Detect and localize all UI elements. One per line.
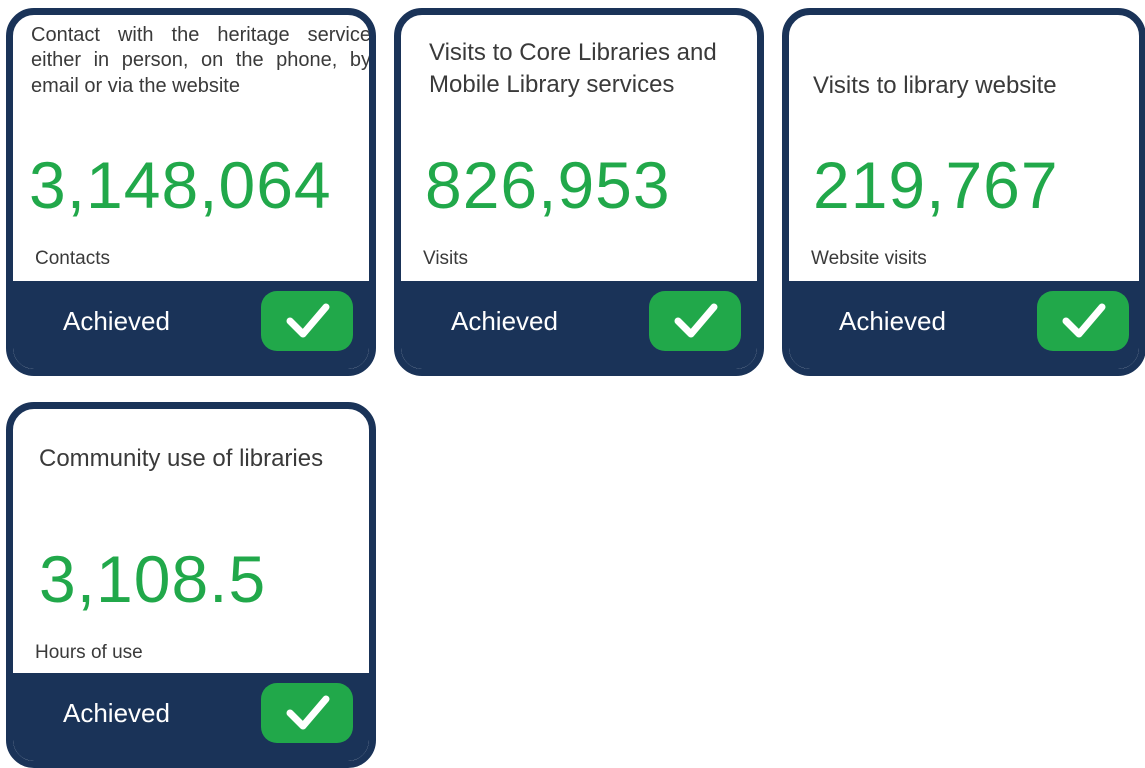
card-title: Visits to library website [813,72,1057,99]
card-title: Contact with the heritage service either… [31,24,371,97]
metric-unit: Visits [423,248,469,269]
card-footer: Achieved [13,281,369,369]
kpi-card-heritage-contacts: Contact with the heritage service either… [6,8,376,376]
metric-unit: Website visits [811,248,927,269]
card-body: Contact with the heritage service either… [13,15,369,287]
card-footer: Achieved [789,281,1139,369]
metric-value: 219,767 [813,148,1059,222]
achieved-badge [649,291,741,351]
kpi-card-website-visits: Visits to library website 219,767 Websit… [782,8,1145,376]
card-footer: Achieved [401,281,757,369]
check-icon [286,695,330,730]
metric-value: 826,953 [425,148,671,222]
metric-value: 3,108.5 [39,542,267,616]
check-icon [674,303,718,338]
status-label: Achieved [451,306,558,336]
status-label: Achieved [839,306,946,336]
metric-unit: Contacts [35,248,110,269]
check-icon [1062,303,1106,338]
metric-unit: Hours of use [35,642,143,663]
card-body: Visits to Core Libraries and Mobile Libr… [401,15,757,287]
kpi-card-community-use: Community use of libraries 3,108.5 Hours… [6,402,376,768]
achieved-badge [261,291,353,351]
card-body: Community use of libraries 3,108.5 Hours… [13,409,369,681]
card-body: Visits to library website 219,767 Websit… [789,15,1139,287]
status-label: Achieved [63,698,170,728]
card-title: Community use of libraries [39,445,324,472]
check-icon [286,303,330,338]
kpi-card-library-visits: Visits to Core Libraries and Mobile Libr… [394,8,764,376]
card-title: Visits to Core Libraries and Mobile Libr… [429,39,717,99]
achieved-badge [1037,291,1129,351]
achieved-badge [261,683,353,743]
status-label: Achieved [63,306,170,336]
card-footer: Achieved [13,673,369,761]
metric-value: 3,148,064 [29,148,332,222]
